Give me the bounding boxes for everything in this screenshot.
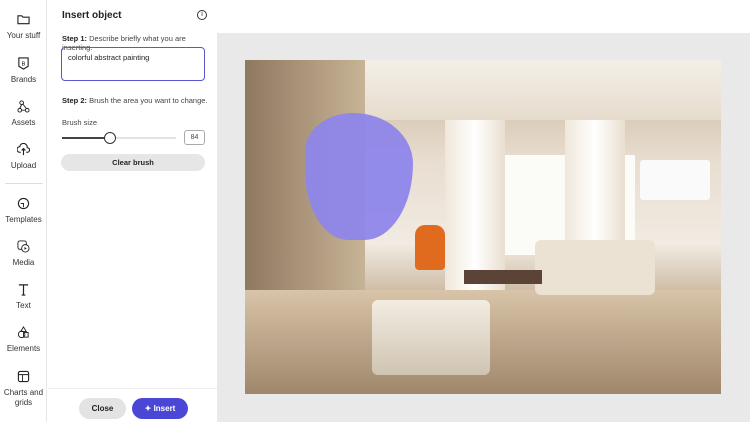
brush-size-label: Brush size <box>62 118 98 127</box>
rail-your-stuff[interactable]: Your stuff <box>0 13 47 41</box>
orange-chair <box>415 225 445 270</box>
sofa <box>535 240 655 295</box>
slider-fill <box>62 137 110 139</box>
upload-icon <box>17 143 30 156</box>
brush-size-slider[interactable] <box>62 132 176 144</box>
rail-label: Upload <box>10 161 37 170</box>
rail-text[interactable]: Text <box>0 283 47 311</box>
coffee-table <box>464 270 542 284</box>
rail-assets[interactable]: Assets <box>0 100 47 128</box>
ottoman <box>372 300 490 375</box>
brush-size-value[interactable]: 84 <box>184 130 205 145</box>
rail-label: Brands <box>10 75 37 84</box>
brand-icon: B <box>18 57 29 70</box>
svg-text:B: B <box>22 61 26 67</box>
panel-title: Insert object <box>62 10 122 21</box>
rail-divider <box>5 183 43 184</box>
assets-icon <box>17 100 30 113</box>
rail-label: Charts and grids <box>3 388 44 407</box>
room-photo[interactable] <box>245 60 721 394</box>
top-bar <box>217 0 750 33</box>
media-icon <box>17 240 30 253</box>
rail-label: Elements <box>6 344 41 353</box>
rail-media[interactable]: Media <box>0 240 47 268</box>
rail-label: Text <box>16 301 31 310</box>
insert-label: Insert <box>153 404 176 413</box>
left-rail: Your stuff B Brands Assets Upload Templat… <box>0 0 47 422</box>
rail-charts-and-grids[interactable]: Charts and grids <box>0 370 47 408</box>
step2-label: Step 2: <box>62 96 88 105</box>
rail-elements[interactable]: Elements <box>0 326 47 354</box>
slider-thumb[interactable] <box>103 132 116 144</box>
insert-object-panel: Insert object i Step 1: Describe briefly… <box>48 0 217 422</box>
rail-label: Your stuff <box>6 31 41 40</box>
canvas-area <box>217 33 750 422</box>
rail-label: Assets <box>11 118 36 127</box>
elements-icon <box>17 326 29 339</box>
insert-button[interactable]: ✦ Insert <box>132 398 188 419</box>
step1-label: Step 1: <box>62 34 88 43</box>
text-icon <box>18 284 29 296</box>
sparkle-icon: ✦ <box>144 404 154 413</box>
brush-mask[interactable] <box>305 113 413 240</box>
rail-label: Templates <box>5 215 42 224</box>
info-icon[interactable]: i <box>197 10 207 20</box>
rail-brands[interactable]: B Brands <box>0 57 47 85</box>
clear-brush-button[interactable]: Clear brush <box>61 154 205 171</box>
rail-upload[interactable]: Upload <box>0 143 47 171</box>
templates-icon <box>17 197 30 210</box>
charts-icon <box>17 370 30 383</box>
folder-icon <box>17 15 30 25</box>
close-button[interactable]: Close <box>79 398 126 419</box>
prompt-input[interactable]: colorful abstract painting <box>61 47 205 81</box>
step2-text: Brush the area you want to change. <box>89 96 208 105</box>
panel-footer: Close ✦ Insert <box>48 388 217 422</box>
floor-lamp <box>640 160 710 200</box>
step2-instruction: Step 2: Brush the area you want to chang… <box>62 96 208 105</box>
rail-templates[interactable]: Templates <box>0 197 47 225</box>
rail-label: Media <box>12 258 35 267</box>
